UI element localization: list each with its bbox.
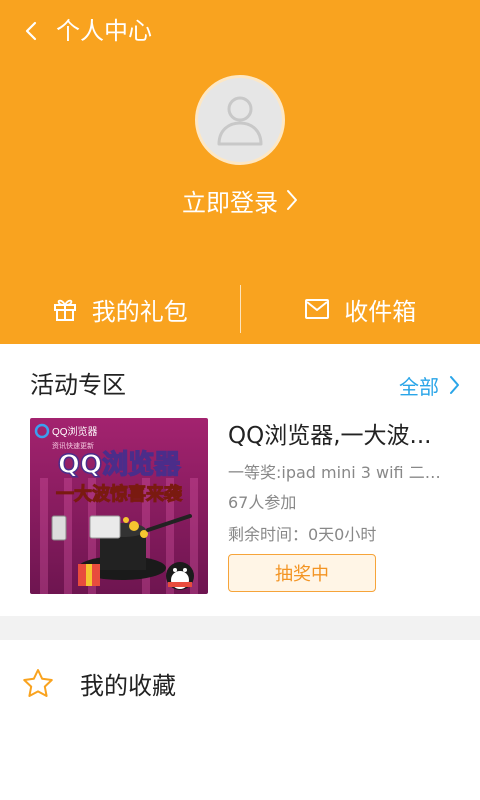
chevron-left-icon xyxy=(25,21,37,41)
star-icon xyxy=(23,669,53,697)
favorites-label: 我的收藏 xyxy=(80,671,176,700)
chevron-right-icon xyxy=(450,376,459,394)
user-icon xyxy=(217,96,263,146)
login-label: 立即登录 xyxy=(182,188,278,217)
promo-headline: QQ浏览器 xyxy=(58,450,181,480)
activity-time-left: 剩余时间：0天0小时 xyxy=(228,525,377,544)
profile-header: 个人中心 立即登录 我的礼包 收件箱 xyxy=(0,0,480,344)
section-title: 活动专区 xyxy=(30,371,126,399)
my-gifts-label: 我的礼包 xyxy=(91,297,188,326)
favorites-row[interactable]: 我的收藏 xyxy=(0,640,480,726)
quick-action-bar: 我的礼包 收件箱 xyxy=(0,282,480,336)
inbox-button[interactable]: 收件箱 xyxy=(241,282,480,336)
chevron-right-icon xyxy=(287,190,297,210)
login-link[interactable]: 立即登录 xyxy=(0,180,480,220)
gift-icon xyxy=(53,299,76,321)
activity-title[interactable]: QQ浏览器,一大波... xyxy=(228,420,448,452)
promo-tagline: 资讯快速更新 xyxy=(52,441,94,450)
activity-banner-image[interactable]: QQ浏览器 资讯快速更新 QQ浏览器 一大波惊喜来袭 xyxy=(30,418,208,594)
promo-brand: QQ浏览器 xyxy=(52,425,98,438)
draw-button[interactable]: 抽奖中 xyxy=(228,554,376,592)
page-title: 个人中心 xyxy=(56,17,152,45)
activity-participants: 67人参加 xyxy=(228,493,297,512)
my-gifts-button[interactable]: 我的礼包 xyxy=(0,282,240,336)
section-divider xyxy=(0,616,480,640)
inbox-label: 收件箱 xyxy=(344,297,417,326)
activity-prize: 一等奖:ipad mini 3 wifi 二等... xyxy=(228,463,450,482)
activity-section: 活动专区 全部 QQ浏览器 资讯快速更新 QQ浏览器 一大波惊喜来袭 QQ浏览器… xyxy=(0,344,480,616)
view-all-link[interactable]: 全部 xyxy=(399,368,460,402)
back-button[interactable] xyxy=(14,14,48,48)
mail-icon xyxy=(305,299,330,319)
avatar[interactable] xyxy=(195,75,285,165)
promo-artwork: QQ浏览器 资讯快速更新 QQ浏览器 一大波惊喜来袭 xyxy=(30,418,208,594)
view-all-label: 全部 xyxy=(399,374,439,399)
promo-subheadline: 一大波惊喜来袭 xyxy=(56,483,183,505)
